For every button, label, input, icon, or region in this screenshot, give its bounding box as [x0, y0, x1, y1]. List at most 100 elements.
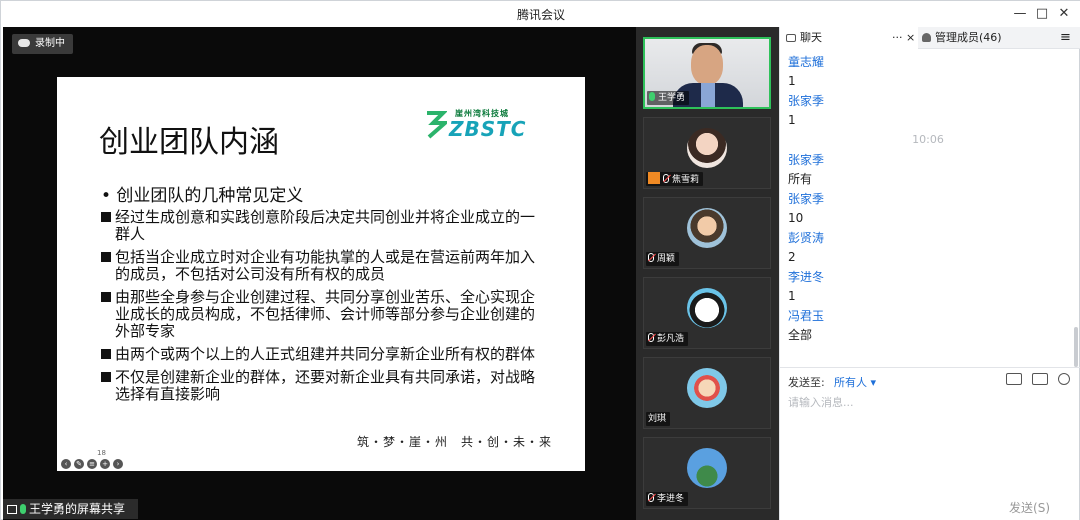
window-title: 腾讯会议 — [516, 8, 565, 22]
recording-label: 录制中 — [35, 38, 65, 49]
participant-tile[interactable]: 王学勇 — [643, 37, 771, 109]
tab-chat[interactable]: 聊天 ··· × — [780, 27, 918, 49]
person-icon — [922, 33, 931, 42]
tab-chat-label: 聊天 — [800, 31, 822, 44]
menu-icon[interactable]: ≡ — [87, 459, 97, 469]
participant-name-tag: 王学勇 — [647, 91, 690, 105]
square-bullet-icon — [101, 349, 111, 359]
message-text: 1 — [788, 289, 796, 303]
participant-name-tag: 刘琪 — [646, 412, 671, 426]
recording-badge[interactable]: 录制中 — [12, 34, 73, 54]
share-owner-text: 王学勇的屏幕共享 — [29, 502, 126, 516]
minimize-button[interactable]: — — [1009, 4, 1031, 24]
mic-on-icon — [20, 504, 26, 514]
chat-message-list: 童志耀 1 张家季 1 10:06 张家季 所有 张家季 10 彭贤涛 2 李进冬 1 冯君玉 全部 — [788, 52, 1068, 345]
chat-panel: 聊天 ··· × 管理成员(46) ≡ 童志耀 1 张家季 1 10:06 张家季 所有 张家… — [779, 27, 1080, 520]
send-to-label: 发送至: — [788, 376, 825, 389]
avatar — [687, 288, 727, 328]
panel-menu-icon[interactable]: ≡ — [1060, 27, 1078, 49]
participant-name-tag: 周颖 — [646, 252, 680, 266]
send-button[interactable]: 发送(S) — [1009, 499, 1050, 516]
participant-name-tag: 焦雪莉 — [646, 172, 704, 186]
person-settings-icon[interactable] — [1058, 373, 1070, 385]
slide-bullet-text: 由那些全身参与企业创建过程、共同分享创业苦乐、全心实现企业成长的成员构成，不包括… — [115, 288, 536, 340]
app-window: 腾讯会议 — □ ✕ 创业团队内涵 崖州湾科技城 ZBSTC • 创业团队的几种… — [0, 0, 1080, 520]
slide-bullet-item: 由两个或两个以上的人正式组建并共同分享新企业所有权的群体 — [101, 346, 541, 363]
participant-tile[interactable]: 刘琪 — [643, 357, 771, 429]
slide-bullet-item: 不仅是创建新企业的群体，还要对新企业具有共同承诺，对战略选择有直接影响 — [101, 369, 541, 403]
avatar — [687, 368, 727, 408]
logo-mark-icon — [427, 111, 447, 139]
slide-footer-slogan: 筑・梦・崖・州 共・创・未・来 — [357, 435, 553, 449]
more-options-button[interactable]: ··· — [892, 27, 903, 49]
slide-main-bullet: • 创业团队的几种常见定义 — [101, 186, 304, 206]
chat-composer: 发送至: 所有人 ▾ 请输入消息... 发送(S) — [780, 367, 1080, 520]
chat-tabs: 聊天 ··· × 管理成员(46) ≡ — [780, 27, 1080, 49]
slide-bullet-item: 由那些全身参与企业创建过程、共同分享创业苦乐、全心实现企业成长的成员构成，不包括… — [101, 289, 541, 340]
square-bullet-icon — [101, 292, 111, 302]
avatar — [687, 448, 727, 488]
send-to-select[interactable]: 所有人 ▾ — [834, 374, 876, 390]
slide-bullet-item: 包括当企业成立时对企业有功能执掌的人或是在营运前两年加入的成员，不包括对公司没有… — [101, 249, 541, 283]
maximize-button[interactable]: □ — [1031, 4, 1053, 24]
participant-name: 焦雪莉 — [672, 175, 700, 185]
composer-toolbar — [1006, 373, 1070, 385]
participant-name-tag: 李进冬 — [646, 492, 689, 506]
title-bar: 腾讯会议 — □ ✕ — [1, 1, 1080, 27]
slide-bullet-text: 不仅是创建新企业的群体，还要对新企业具有共同承诺，对战略选择有直接影响 — [115, 368, 536, 403]
slide-bullet-text: 经过生成创意和实践创意阶段后决定共同创业并将企业成立的一群人 — [115, 208, 536, 243]
avatar — [687, 208, 727, 248]
participant-tile[interactable]: 彭凡浩 — [643, 277, 771, 349]
message-timestamp: 10:06 — [912, 133, 944, 146]
screenshot-icon[interactable] — [1032, 373, 1048, 385]
slide-title: 创业团队内涵 — [99, 125, 279, 160]
tab-manage-members[interactable]: 管理成员(46) — [922, 27, 1052, 49]
message-text: 2 — [788, 250, 796, 264]
participant-name-tag: 彭凡浩 — [646, 332, 689, 346]
mic-muted-icon — [663, 174, 669, 183]
mic-muted-icon — [648, 333, 654, 342]
message-text: 全部 — [788, 328, 813, 342]
message-sender[interactable]: 张家季 — [788, 189, 1068, 209]
square-bullet-icon — [101, 372, 111, 382]
close-button[interactable]: ✕ — [1053, 4, 1075, 24]
participant-name: 周颖 — [657, 254, 676, 264]
chat-input[interactable]: 请输入消息... — [788, 394, 854, 410]
slide-nav-controls: ‹ ✎ ≡ + › — [61, 459, 123, 469]
participant-name: 王学勇 — [658, 93, 686, 103]
chat-scrollbar[interactable] — [1074, 327, 1078, 367]
screen-share-label: 王学勇的屏幕共享 — [3, 499, 138, 519]
host-icon — [648, 172, 660, 184]
message-sender[interactable]: 张家季 — [788, 150, 1068, 170]
participant-tile[interactable]: 焦雪莉 — [643, 117, 771, 189]
message-text: 所有 — [788, 172, 813, 186]
participant-name: 刘琪 — [648, 414, 667, 424]
participant-tile[interactable]: 李进冬 — [643, 437, 771, 509]
slide-page-number: 18 — [97, 449, 106, 457]
close-tab-button[interactable]: × — [906, 27, 915, 49]
message-sender[interactable]: 彭贤涛 — [788, 228, 1068, 248]
slide-bullet-list: 经过生成创意和实践创意阶段后决定共同创业并将企业成立的一群人 包括当企业成立时对… — [101, 209, 541, 409]
message-sender[interactable]: 张家季 — [788, 91, 1068, 111]
zoom-icon[interactable]: + — [100, 459, 110, 469]
next-slide-icon[interactable]: › — [113, 459, 123, 469]
tab-members-label: 管理成员(46) — [935, 31, 1002, 44]
slide-bullet-text: 包括当企业成立时对企业有功能执掌的人或是在营运前两年加入的成员，不包括对公司没有… — [115, 248, 536, 283]
presentation-slide: 创业团队内涵 崖州湾科技城 ZBSTC • 创业团队的几种常见定义 经过生成创意… — [57, 77, 585, 471]
message-text: 1 — [788, 113, 796, 127]
pen-icon[interactable]: ✎ — [74, 459, 84, 469]
participant-name: 彭凡浩 — [657, 334, 685, 344]
prev-slide-icon[interactable]: ‹ — [61, 459, 71, 469]
screen-share-area: 创业团队内涵 崖州湾科技城 ZBSTC • 创业团队的几种常见定义 经过生成创意… — [3, 27, 636, 520]
participant-name: 李进冬 — [657, 494, 685, 504]
mic-muted-icon — [648, 253, 654, 262]
logo-brand: ZBSTC — [449, 117, 527, 141]
message-text: 10 — [788, 211, 804, 225]
cloud-record-icon — [18, 39, 30, 47]
message-sender[interactable]: 冯君玉 — [788, 306, 1068, 326]
message-sender[interactable]: 童志耀 — [788, 52, 1068, 72]
file-icon[interactable] — [1006, 373, 1022, 385]
participant-tile[interactable]: 周颖 — [643, 197, 771, 269]
message-sender[interactable]: 李进冬 — [788, 267, 1068, 287]
avatar — [687, 128, 727, 168]
